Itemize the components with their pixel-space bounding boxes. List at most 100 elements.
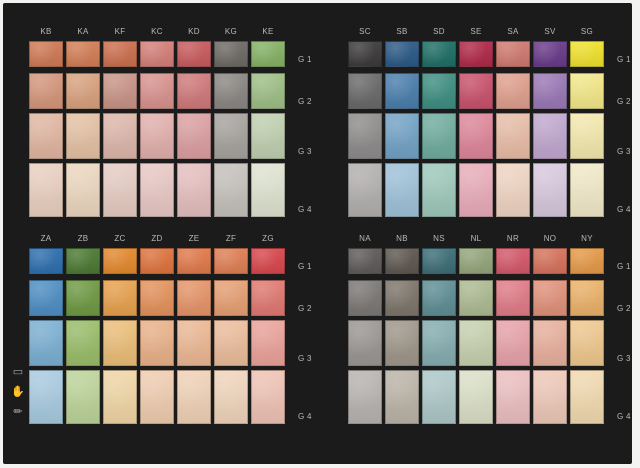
color-swatch [348, 113, 382, 159]
color-swatch [496, 280, 530, 316]
color-swatch [385, 41, 419, 67]
color-swatch [570, 370, 604, 424]
group-label: G 3 [617, 147, 631, 156]
color-swatch [103, 320, 137, 366]
hand-icon: ✋ [11, 386, 25, 398]
color-swatch [66, 248, 100, 274]
color-swatch [348, 163, 382, 217]
swatch-panel-bottom-right: NA NB NS NL NR NO NY G 1 G 2 G 3 G 4 [348, 230, 630, 430]
color-swatch [103, 163, 137, 217]
color-swatch [422, 41, 456, 67]
color-swatch [251, 163, 285, 217]
color-swatch [214, 41, 248, 67]
color-swatch [29, 248, 63, 274]
swatch-panel-top-right: SC SB SD SE SA SV SG G 1 G 2 G 3 G 4 [348, 23, 630, 231]
color-code-label: KG [224, 27, 238, 36]
color-swatch [29, 320, 63, 366]
color-code-label: SC [359, 27, 371, 36]
swatch-row [29, 280, 289, 316]
color-swatch [29, 73, 63, 109]
color-swatch [177, 280, 211, 316]
color-code-label: SD [433, 27, 445, 36]
color-swatch [140, 320, 174, 366]
color-swatch [459, 41, 493, 67]
color-swatch [177, 370, 211, 424]
color-code-label: NL [470, 234, 482, 243]
color-swatch [385, 320, 419, 366]
color-code-label: ZA [40, 234, 52, 243]
color-swatch [422, 280, 456, 316]
color-swatch [29, 41, 63, 67]
color-swatch [496, 73, 530, 109]
group-label: G 3 [298, 147, 312, 156]
color-swatch [214, 73, 248, 109]
swatch-row [348, 248, 608, 274]
color-swatch [103, 280, 137, 316]
color-swatch [422, 370, 456, 424]
color-swatch [29, 280, 63, 316]
color-code-label: NS [433, 234, 445, 243]
group-label: G 1 [617, 55, 631, 64]
color-swatch [214, 248, 248, 274]
color-swatch [66, 41, 100, 67]
color-swatch [459, 163, 493, 217]
color-code-label: ZF [225, 234, 237, 243]
swatch-row [348, 163, 608, 217]
color-swatch [459, 320, 493, 366]
color-swatch [570, 113, 604, 159]
color-swatch [140, 113, 174, 159]
color-swatch [103, 73, 137, 109]
code-row: ZA ZB ZC ZD ZE ZF ZG [29, 230, 289, 248]
color-code-label: KC [151, 27, 163, 36]
color-swatch [177, 248, 211, 274]
group-label: G 2 [617, 97, 631, 106]
color-swatch [140, 73, 174, 109]
color-code-label: KB [40, 27, 52, 36]
color-swatch [66, 73, 100, 109]
color-code-label: SG [580, 27, 594, 36]
color-swatch [251, 73, 285, 109]
color-swatch [422, 248, 456, 274]
group-label: G 1 [617, 262, 631, 271]
color-code-label: NO [543, 234, 557, 243]
color-swatch [533, 163, 567, 217]
color-code-label: ZD [151, 234, 163, 243]
side-icon-column: ▭ ✋ ✏ [10, 365, 26, 425]
color-code-label: KD [188, 27, 200, 36]
color-swatch [214, 280, 248, 316]
group-label: G 4 [298, 205, 312, 214]
color-swatch [348, 41, 382, 67]
color-swatch [251, 248, 285, 274]
group-label: G 4 [617, 412, 631, 421]
swatch-row [348, 280, 608, 316]
color-swatch [29, 113, 63, 159]
color-swatch [348, 248, 382, 274]
color-swatch [496, 320, 530, 366]
color-code-label: NA [359, 234, 371, 243]
color-swatch [459, 370, 493, 424]
color-swatch [251, 320, 285, 366]
color-swatch [570, 320, 604, 366]
color-swatch [533, 248, 567, 274]
color-swatch [103, 113, 137, 159]
color-swatch [348, 73, 382, 109]
color-code-label: KF [114, 27, 126, 36]
color-swatch [177, 320, 211, 366]
color-code-label: SV [544, 27, 556, 36]
color-swatch [459, 280, 493, 316]
color-swatch [140, 41, 174, 67]
color-swatch [103, 41, 137, 67]
color-swatch [533, 370, 567, 424]
color-swatch [422, 163, 456, 217]
color-swatch [214, 113, 248, 159]
color-code-label: NY [581, 234, 593, 243]
color-swatch [177, 163, 211, 217]
color-swatch [214, 163, 248, 217]
swatch-row [29, 113, 289, 159]
swatch-row [348, 370, 608, 424]
swatch-panel-bottom-left: ZA ZB ZC ZD ZE ZF ZG G 1 G 2 G 3 G 4 [29, 230, 311, 430]
color-swatch [385, 280, 419, 316]
color-code-label: ZE [188, 234, 200, 243]
color-swatch [422, 113, 456, 159]
color-swatch [214, 320, 248, 366]
